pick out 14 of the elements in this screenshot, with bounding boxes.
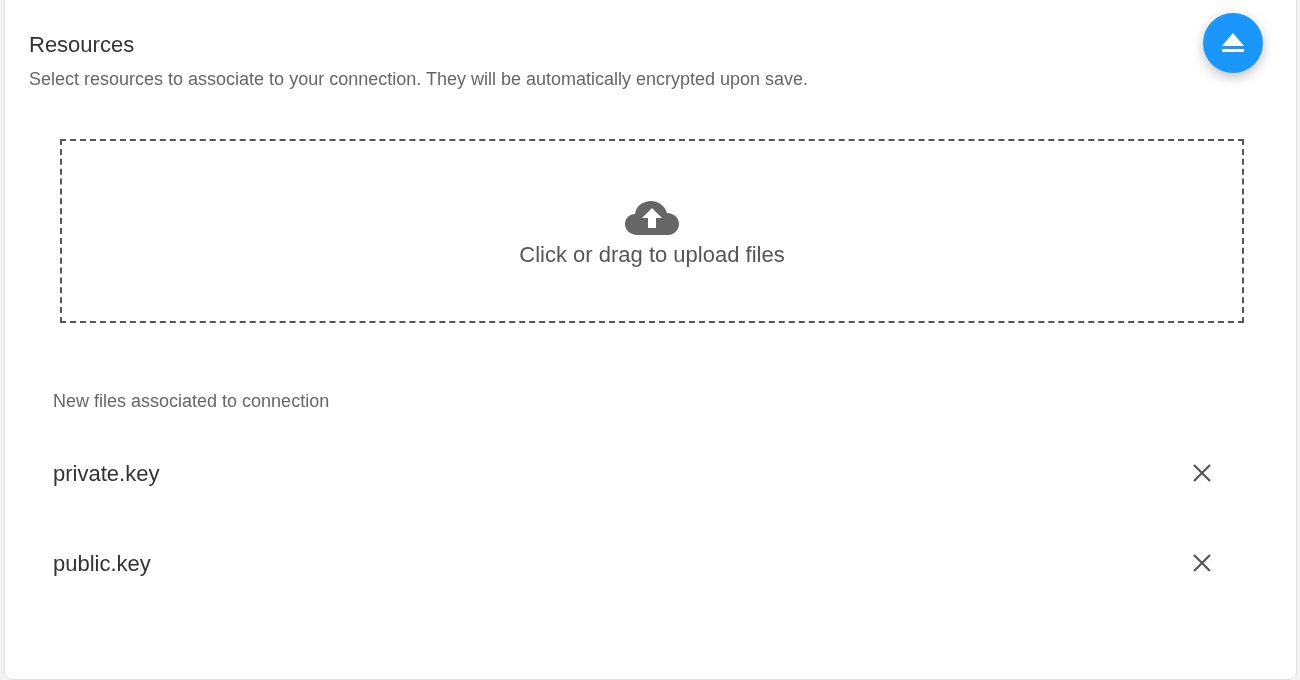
cloud-upload-icon xyxy=(624,200,680,236)
remove-file-button[interactable] xyxy=(1191,552,1213,574)
eject-button[interactable] xyxy=(1203,13,1263,73)
dropzone-label: Click or drag to upload files xyxy=(519,241,785,269)
file-name: public.key xyxy=(53,549,151,578)
section-title: Resources xyxy=(29,31,135,59)
section-description: Select resources to associate to your connection. They will be automatically encrypted upon save. xyxy=(29,68,809,91)
remove-file-button[interactable] xyxy=(1191,462,1213,484)
eject-icon xyxy=(1221,32,1245,54)
close-icon xyxy=(1193,554,1211,572)
file-name: private.key xyxy=(53,459,160,488)
files-heading: New files associated to connection xyxy=(53,390,330,413)
upload-dropzone[interactable]: Click or drag to upload files xyxy=(60,139,1244,323)
close-icon xyxy=(1193,464,1211,482)
